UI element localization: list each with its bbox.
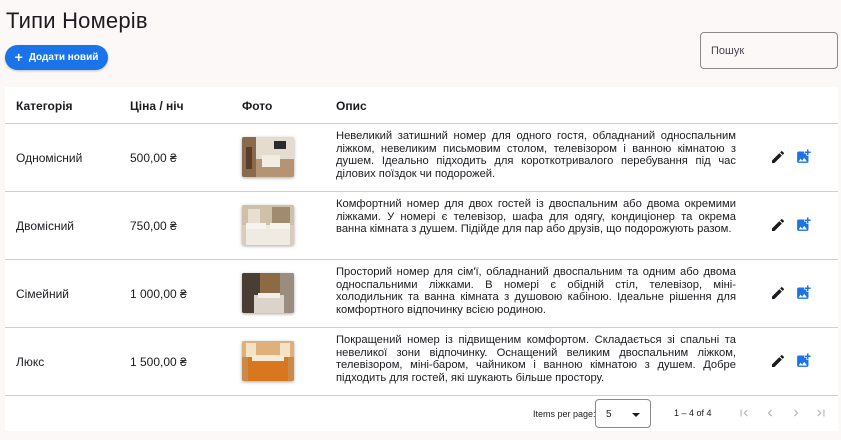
room-photo xyxy=(242,341,294,381)
paginator: Items per page: 5 1 – 4 of 4 xyxy=(5,396,838,431)
dropdown-arrow-icon xyxy=(632,413,640,417)
edit-icon[interactable] xyxy=(770,217,786,233)
plus-icon: + xyxy=(14,49,23,65)
room-photo xyxy=(242,273,294,313)
row-description: Просторий номер для сім'ї, обладнаний дв… xyxy=(336,266,736,316)
edit-icon[interactable] xyxy=(770,149,786,165)
table-row: Двомісний 750,00 ₴ Комфортний номер для … xyxy=(5,192,838,260)
last-page-icon[interactable] xyxy=(814,406,828,420)
page-title: Типи Номерів xyxy=(6,8,148,33)
add-new-button[interactable]: + Додати новий xyxy=(5,45,108,70)
column-header-category: Категорія xyxy=(16,99,73,113)
table-row: Люкс 1 500,00 ₴ Покращений номер із підв… xyxy=(5,328,838,396)
search-field[interactable] xyxy=(700,32,838,69)
next-page-icon[interactable] xyxy=(789,406,803,420)
add-photo-icon[interactable] xyxy=(795,216,812,233)
row-category: Люкс xyxy=(16,355,45,369)
row-description: Невеликий затишний номер для одного гост… xyxy=(336,130,736,180)
page-range-label: 1 – 4 of 4 xyxy=(674,408,712,418)
previous-page-icon[interactable] xyxy=(763,406,777,420)
edit-icon[interactable] xyxy=(770,285,786,301)
row-price: 750,00 ₴ xyxy=(130,219,177,233)
row-category: Двомісний xyxy=(16,219,74,233)
items-per-page-value: 5 xyxy=(606,409,612,420)
column-header-price: Ціна / ніч xyxy=(130,99,184,113)
row-description: Покращений номер із підвищеним комфортом… xyxy=(336,334,736,384)
row-category: Сімейний xyxy=(16,287,69,301)
row-price: 1 000,00 ₴ xyxy=(130,287,187,301)
column-header-photo: Фото xyxy=(242,99,273,113)
column-header-description: Опис xyxy=(336,99,367,113)
row-price: 500,00 ₴ xyxy=(130,151,177,165)
items-per-page-label: Items per page: xyxy=(533,409,596,419)
room-photo xyxy=(242,137,294,177)
first-page-icon[interactable] xyxy=(737,406,751,420)
row-description: Комфортний номер для двох гостей із двос… xyxy=(336,198,736,236)
edit-icon[interactable] xyxy=(770,353,786,369)
add-new-button-label: Додати новий xyxy=(28,52,99,63)
room-types-table: Категорія Ціна / ніч Фото Опис Одномісни… xyxy=(5,87,838,431)
room-photo xyxy=(242,205,294,245)
add-photo-icon[interactable] xyxy=(795,148,812,165)
table-header: Категорія Ціна / ніч Фото Опис xyxy=(5,87,838,124)
search-input[interactable] xyxy=(701,33,837,68)
add-photo-icon[interactable] xyxy=(795,352,812,369)
row-category: Одномісний xyxy=(16,151,83,165)
items-per-page-select[interactable]: 5 xyxy=(595,399,651,428)
add-photo-icon[interactable] xyxy=(795,284,812,301)
table-row: Одномісний 500,00 ₴ Невеликий затишний н… xyxy=(5,124,838,192)
row-price: 1 500,00 ₴ xyxy=(130,355,187,369)
table-row: Сімейний 1 000,00 ₴ Просторий номер для … xyxy=(5,260,838,328)
